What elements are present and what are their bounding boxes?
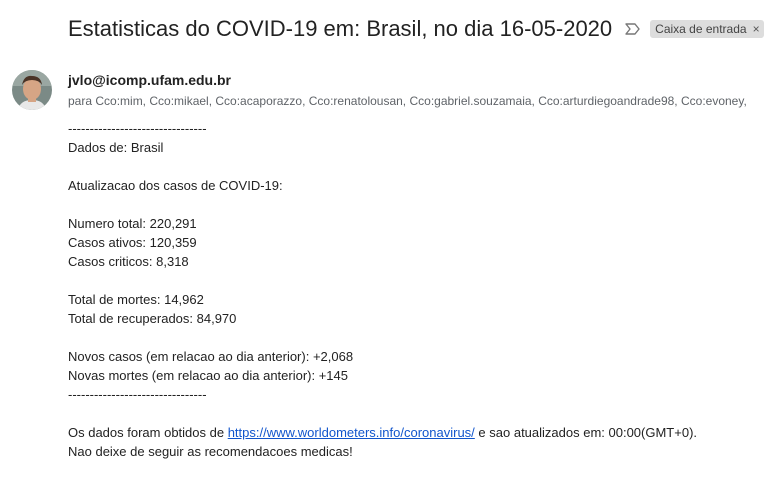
body-source-line: Os dados foram obtidos de https://www.wo… [68,423,697,442]
body-closing: Nao deixe de seguir as recomendacoes med… [68,444,353,459]
label-chip-inbox[interactable]: Caixa de entrada × [650,20,764,38]
important-marker-icon[interactable] [624,22,642,36]
body-total-recuperados: Total de recuperados: 84,970 [68,311,237,326]
email-subject: Estatisticas do COVID-19 em: Brasil, no … [68,16,613,41]
separator-top: -------------------------------- [68,121,207,136]
email-body: -------------------------------- Dados d… [68,119,697,461]
body-novos-casos: Novos casos (em relacao ao dia anterior)… [68,349,354,364]
body-casos-ativos: Casos ativos: 120,359 [68,235,197,250]
separator-bottom: -------------------------------- [68,387,207,402]
source-prefix: Os dados foram obtidos de [68,425,228,440]
source-suffix: e sao atualizados em: 00:00(GMT+0). [474,425,698,440]
body-atualizacao: Atualizacao dos casos de COVID-19: [68,178,283,193]
body-casos-criticos: Casos criticos: 8,318 [68,254,189,269]
avatar[interactable] [12,70,52,110]
body-numero-total: Numero total: 220,291 [68,216,197,231]
body-total-mortes: Total de mortes: 14,962 [68,292,204,307]
body-dados: Dados de: Brasil [68,140,164,155]
recipients-line[interactable]: para Cco:mim, Cco:mikael, Cco:acaporazzo… [68,94,747,108]
label-chip-text: Caixa de entrada [655,22,747,36]
close-icon[interactable]: × [753,22,760,36]
subject-row: Estatisticas do COVID-19 em: Brasil, no … [68,14,768,44]
body-novas-mortes: Novas mortes (em relacao ao dia anterior… [68,368,348,383]
source-link[interactable]: https://www.worldometers.info/coronaviru… [228,425,475,440]
sender-email[interactable]: jvlo@icomp.ufam.edu.br [68,72,231,88]
